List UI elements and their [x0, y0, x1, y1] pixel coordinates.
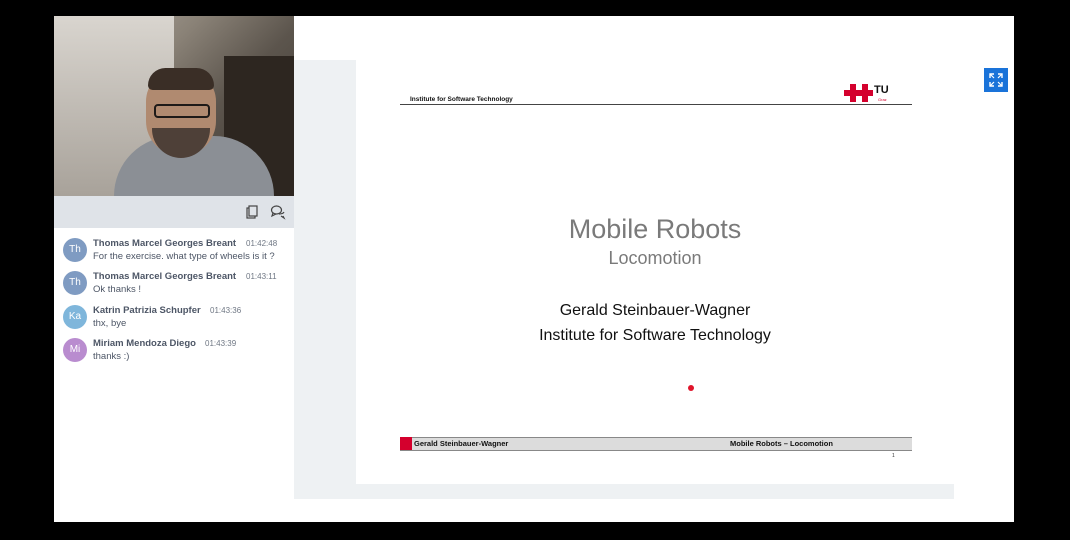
slide-page-number: 1 [892, 453, 895, 459]
chat-toolbar [54, 196, 294, 228]
avatar: Th [63, 271, 87, 295]
speaker-glasses [154, 104, 210, 118]
avatar: Mi [63, 338, 87, 362]
slide-title: Mobile Robots [568, 214, 742, 244]
chat-message-list: Th Thomas Marcel Georges Breant 01:42:48… [54, 230, 294, 522]
slide-subtitle: Locomotion [608, 248, 702, 268]
chat-bubbles-icon[interactable] [270, 204, 286, 220]
message-timestamp: 01:43:11 [246, 272, 277, 281]
avatar: Th [63, 238, 87, 262]
slide-author: Gerald Steinbauer-Wagner [559, 302, 751, 319]
logo-subtext: Graz [878, 97, 887, 102]
fullscreen-icon [989, 73, 1003, 87]
footer-marker [400, 437, 412, 450]
fullscreen-button[interactable] [984, 68, 1008, 92]
message-text: For the exercise. what type of wheels is… [93, 251, 275, 262]
message-sender: Katrin Patrizia Schupfer [93, 305, 201, 316]
avatar: Ka [63, 305, 87, 329]
message-sender: Miriam Mendoza Diego [93, 338, 196, 349]
logo-text: TU [874, 84, 889, 96]
laser-pointer-dot [688, 385, 694, 391]
speaker-hair [148, 68, 214, 90]
message-sender: Thomas Marcel Georges Breant [93, 271, 237, 282]
slide-header-text: Institute for Software Technology [410, 96, 513, 103]
chat-message: Ka Katrin Patrizia Schupfer 01:43:36 thx… [63, 297, 291, 329]
message-sender: Thomas Marcel Georges Breant [93, 238, 237, 249]
header-rule [400, 104, 912, 105]
slide: Institute for Software Technology TU Gra… [356, 60, 954, 484]
slide-footer: Gerald Steinbauer-Wagner Mobile Robots –… [400, 437, 912, 451]
webcam-video [54, 16, 294, 196]
clipboard-icon[interactable] [244, 204, 260, 220]
message-text: thanks :) [93, 351, 130, 362]
chat-message: Mi Miriam Mendoza Diego 01:43:39 thanks … [63, 330, 291, 362]
slide-institute: Institute for Software Technology [539, 327, 771, 344]
chat-message: Th Thomas Marcel Georges Breant 01:43:11… [63, 263, 291, 295]
chat-message: Th Thomas Marcel Georges Breant 01:42:48… [63, 230, 291, 262]
app-window: Th Thomas Marcel Georges Breant 01:42:48… [54, 16, 1014, 522]
message-text: Ok thanks ! [93, 284, 142, 295]
footer-author: Gerald Steinbauer-Wagner [414, 439, 509, 448]
message-timestamp: 01:42:48 [246, 239, 278, 248]
message-timestamp: 01:43:36 [210, 306, 242, 315]
presentation-area: Institute for Software Technology TU Gra… [294, 60, 954, 499]
message-timestamp: 01:43:39 [205, 339, 237, 348]
footer-title: Mobile Robots – Locomotion [730, 439, 833, 448]
tu-graz-logo: TU Graz [844, 84, 894, 104]
message-text: thx, bye [93, 318, 127, 329]
